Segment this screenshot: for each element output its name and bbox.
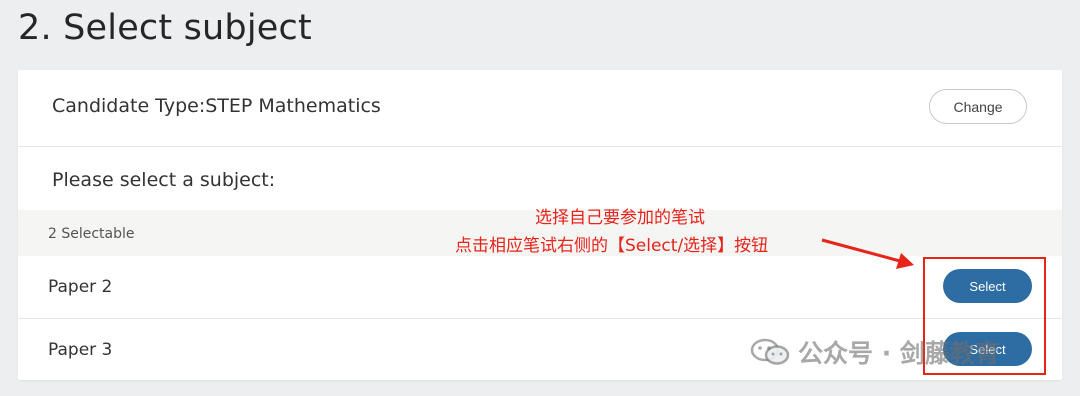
wechat-icon bbox=[750, 338, 790, 365]
paper-name: Paper 2 bbox=[48, 277, 113, 297]
annotation-line-2: 点击相应笔试右侧的【Select/选择】按钮 bbox=[455, 236, 769, 256]
selectable-count: 2 Selectable bbox=[48, 226, 135, 242]
annotation-arrow-icon bbox=[821, 238, 914, 269]
change-button[interactable]: Change bbox=[929, 89, 1027, 124]
paper-name: Paper 3 bbox=[48, 340, 113, 360]
watermark: 公众号 · 剑藤教育 bbox=[750, 334, 1000, 370]
select-subject-prompt: Please select a subject: bbox=[52, 169, 276, 191]
candidate-type-label: Candidate Type:STEP Mathematics bbox=[52, 95, 381, 117]
annotation-line-1: 选择自己要参加的笔试 bbox=[535, 208, 705, 228]
page-title: 2. Select subject bbox=[18, 8, 312, 48]
watermark-text: 公众号 · 剑藤教育 bbox=[798, 339, 1000, 368]
candidate-type-row: Candidate Type:STEP Mathematics Change bbox=[18, 70, 1062, 147]
